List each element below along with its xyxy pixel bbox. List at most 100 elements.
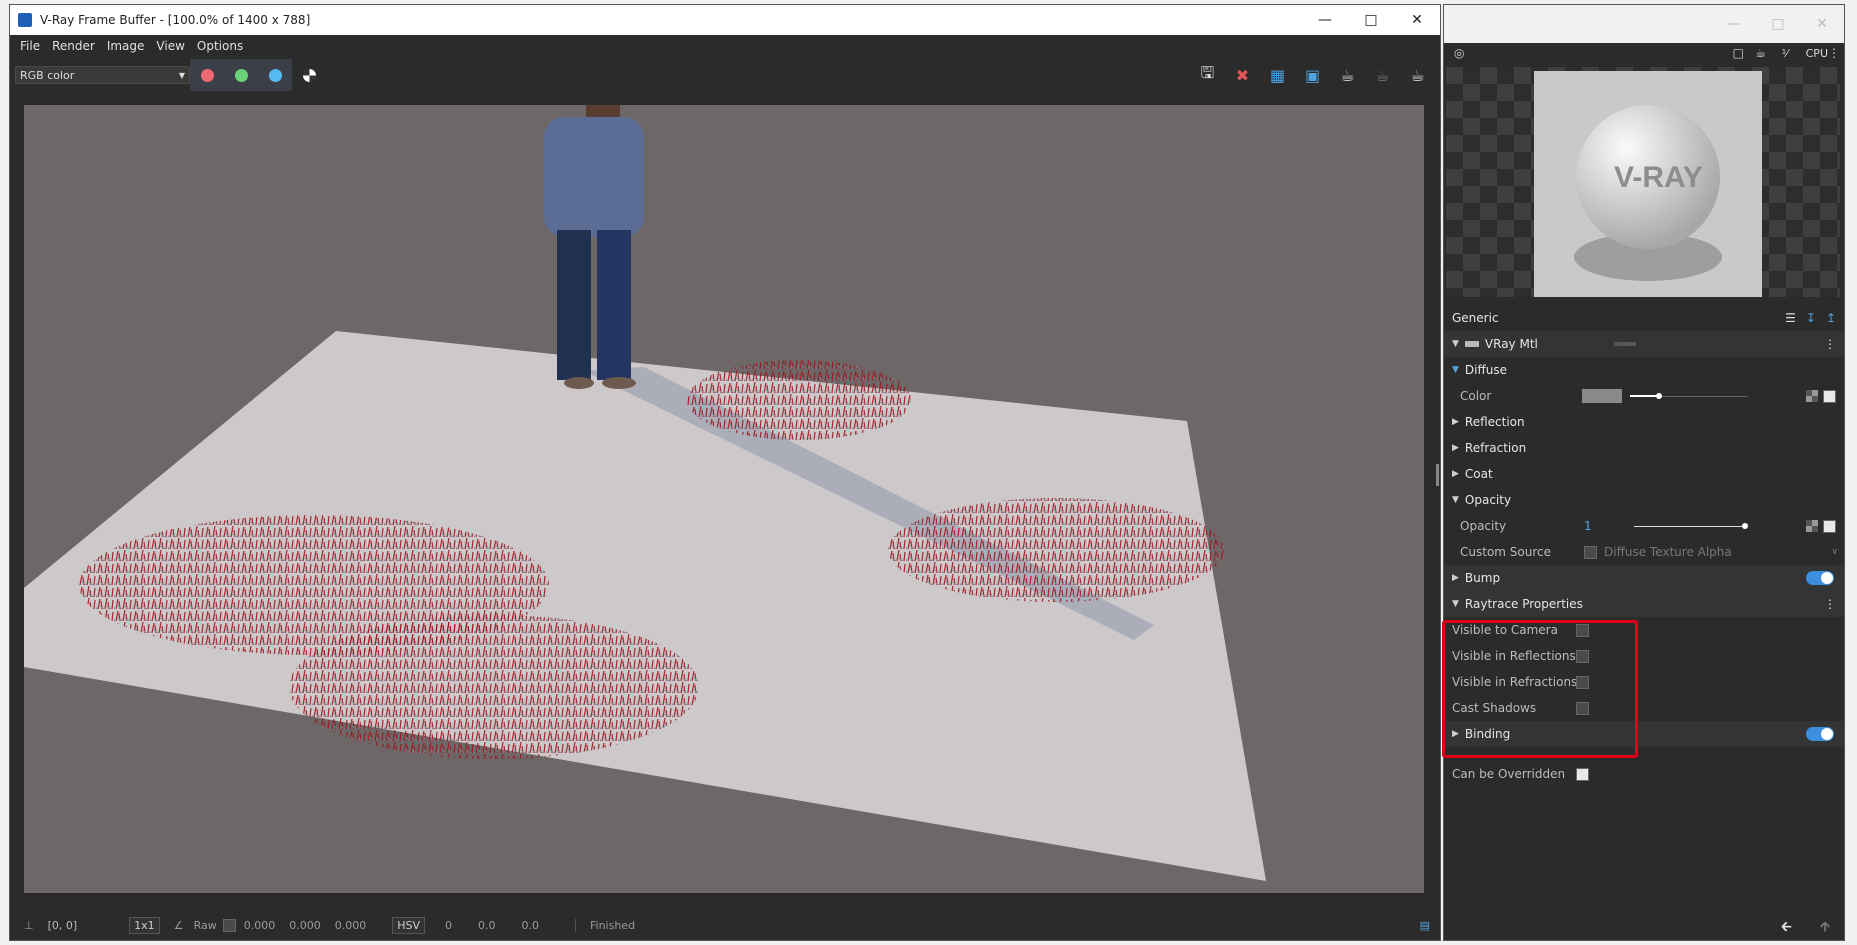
menu-render[interactable]: Render [52, 39, 95, 53]
green-channel-button[interactable] [224, 59, 258, 91]
blue-channel-button[interactable] [258, 59, 292, 91]
pin-icon[interactable]: ⊥ [24, 919, 34, 932]
clear-image-icon[interactable]: ✖ [1230, 63, 1255, 88]
opacity-enable-checkbox[interactable] [1823, 519, 1836, 533]
color-swatch[interactable] [1582, 389, 1622, 403]
visible-reflections-checkbox[interactable] [1576, 649, 1589, 663]
panel-close-icon[interactable]: ✕ [1800, 5, 1844, 43]
visible-camera-checkbox[interactable] [1576, 623, 1589, 637]
bump-toggle[interactable] [1806, 571, 1834, 585]
chevron-down-icon: ▼ [178, 70, 185, 80]
preview-scene-icon[interactable]: ☕ [1755, 46, 1766, 60]
vfb-toolbar: RGB color ▼ 🖫 ✖ ▦ ▣ ☕ ☕ ☕ [10, 57, 1440, 93]
red-channel-button[interactable] [190, 59, 224, 91]
interactive-render-icon[interactable]: ☕ [1370, 63, 1395, 88]
channel-select[interactable]: RGB color ▼ [15, 66, 190, 84]
track-mouse-icon[interactable]: ▣ [1300, 63, 1325, 88]
material-name: VRay Mtl [1484, 337, 1538, 351]
section-refraction-label: Refraction [1464, 441, 1527, 455]
section-raytrace-label: Raytrace Properties [1464, 597, 1583, 611]
opacity-slider-knob[interactable] [1742, 523, 1748, 529]
preview-logo-text: V-RAY [1614, 161, 1703, 194]
import-icon[interactable]: ↧ [1806, 311, 1816, 325]
can-be-overridden-checkbox[interactable] [1576, 767, 1589, 781]
section-diffuse[interactable]: ▼ Diffuse [1444, 357, 1844, 383]
raytrace-menu-icon[interactable]: ⋮ [1824, 597, 1836, 611]
raw-checkbox[interactable] [222, 918, 236, 932]
alpha-channel-button[interactable] [292, 59, 326, 91]
color-label: Color [1460, 389, 1492, 403]
cast-shadows-row: Cast Shadows [1444, 695, 1844, 721]
binding-toggle[interactable] [1806, 727, 1834, 741]
menu-image[interactable]: Image [107, 39, 145, 53]
color-enable-checkbox[interactable] [1823, 389, 1836, 403]
custom-source-value[interactable]: Diffuse Texture Alpha [1604, 545, 1732, 559]
panel-maximize-icon[interactable]: □ [1756, 5, 1800, 43]
menu-view[interactable]: View [156, 39, 184, 53]
sliders-icon[interactable]: ☰ [1785, 311, 1796, 325]
raw-label: Raw [193, 918, 217, 932]
render-icon[interactable]: ☕ [1335, 63, 1360, 88]
custom-source-label: Custom Source [1460, 545, 1552, 559]
save-icon[interactable]: 🖫 [1195, 63, 1220, 88]
region-render-icon[interactable]: ▦ [1265, 63, 1290, 88]
can-be-overridden-label: Can be Overridden [1452, 767, 1566, 781]
back-arrow-icon[interactable]: 🡰 [1781, 916, 1792, 940]
texture-slot-icon[interactable] [1806, 390, 1818, 402]
material-menu-icon[interactable]: ⋮ [1824, 337, 1836, 351]
splitter-handle[interactable] [1436, 464, 1439, 486]
visible-refractions-label: Visible in Refractions [1452, 675, 1578, 689]
angle-icon[interactable]: ∠ [174, 919, 184, 932]
cast-shadows-checkbox[interactable] [1576, 701, 1589, 715]
history-icon[interactable]: ▤ [1420, 919, 1430, 932]
material-header[interactable]: ▼ VRay Mtl ═══ ⋮ [1444, 331, 1844, 357]
color-slider-fill [1630, 395, 1658, 397]
opacity-value[interactable]: 1 [1584, 519, 1592, 533]
render-viewport[interactable] [24, 105, 1424, 893]
render-mode-label[interactable]: CPU [1806, 47, 1828, 60]
section-reflection[interactable]: ▶ Reflection [1444, 409, 1844, 435]
section-bump[interactable]: ▶ Bump [1444, 565, 1844, 591]
opacity-texture-slot-icon[interactable] [1806, 520, 1818, 532]
minimize-icon[interactable]: — [1302, 5, 1348, 35]
kebab-menu-icon[interactable]: ⋮ [1828, 46, 1840, 60]
material-properties: ▼ VRay Mtl ═══ ⋮ ▼ Diffuse Color ▶ Refle… [1444, 331, 1844, 787]
close-icon[interactable]: ✕ [1394, 5, 1440, 35]
drag-handle-icon[interactable]: ═══ [1614, 337, 1636, 351]
chevron-down-icon: ▼ [1452, 599, 1459, 609]
section-binding[interactable]: ▶ Binding [1444, 721, 1844, 747]
preview-ratio-icon[interactable]: ⅟ [1782, 47, 1788, 60]
render-teapot-icon[interactable]: ☕ [1405, 63, 1430, 88]
eye-icon[interactable]: ◎ [1454, 46, 1464, 60]
opacity-slider[interactable] [1634, 526, 1744, 527]
section-diffuse-label: Diffuse [1464, 363, 1508, 377]
opacity-label: Opacity [1460, 519, 1507, 533]
panel-minimize-icon[interactable]: — [1712, 5, 1756, 43]
alpha-icon [302, 68, 316, 82]
preview-size-icon[interactable]: □ [1733, 46, 1744, 60]
menu-file[interactable]: File [20, 39, 40, 53]
cast-shadows-label: Cast Shadows [1452, 701, 1537, 715]
category-header: Generic ☰ ↧ ↥ [1444, 305, 1844, 331]
section-coat[interactable]: ▶ Coat [1444, 461, 1844, 487]
panel-titlebar[interactable]: — □ ✕ [1444, 5, 1844, 43]
menu-options[interactable]: Options [197, 39, 243, 53]
section-coat-label: Coat [1464, 467, 1493, 481]
r-value: 0.000 [243, 918, 276, 932]
custom-source-checkbox[interactable] [1584, 545, 1597, 559]
section-refraction[interactable]: ▶ Refraction [1444, 435, 1844, 461]
custom-source-row: Custom Source Diffuse Texture Alpha ∨ [1444, 539, 1844, 565]
visible-refractions-checkbox[interactable] [1576, 675, 1589, 689]
color-mode-select[interactable]: HSV [392, 916, 425, 934]
section-raytrace[interactable]: ▼ Raytrace Properties ⋮ [1444, 591, 1844, 617]
export-icon[interactable]: ↥ [1826, 311, 1836, 325]
chevron-down-icon: ▼ [1452, 365, 1459, 375]
sample-size-select[interactable]: 1x1 [129, 916, 160, 934]
chevron-right-icon: ▶ [1452, 417, 1459, 427]
maximize-icon[interactable]: □ [1348, 5, 1394, 35]
chevron-down-icon[interactable]: ∨ [1831, 547, 1838, 557]
color-slider-knob[interactable] [1656, 393, 1662, 399]
section-opacity[interactable]: ▼ Opacity [1444, 487, 1844, 513]
vfb-titlebar[interactable]: V-Ray Frame Buffer - [100.0% of 1400 x 7… [10, 5, 1440, 35]
up-arrow-icon[interactable]: 🡱 [1820, 916, 1830, 940]
